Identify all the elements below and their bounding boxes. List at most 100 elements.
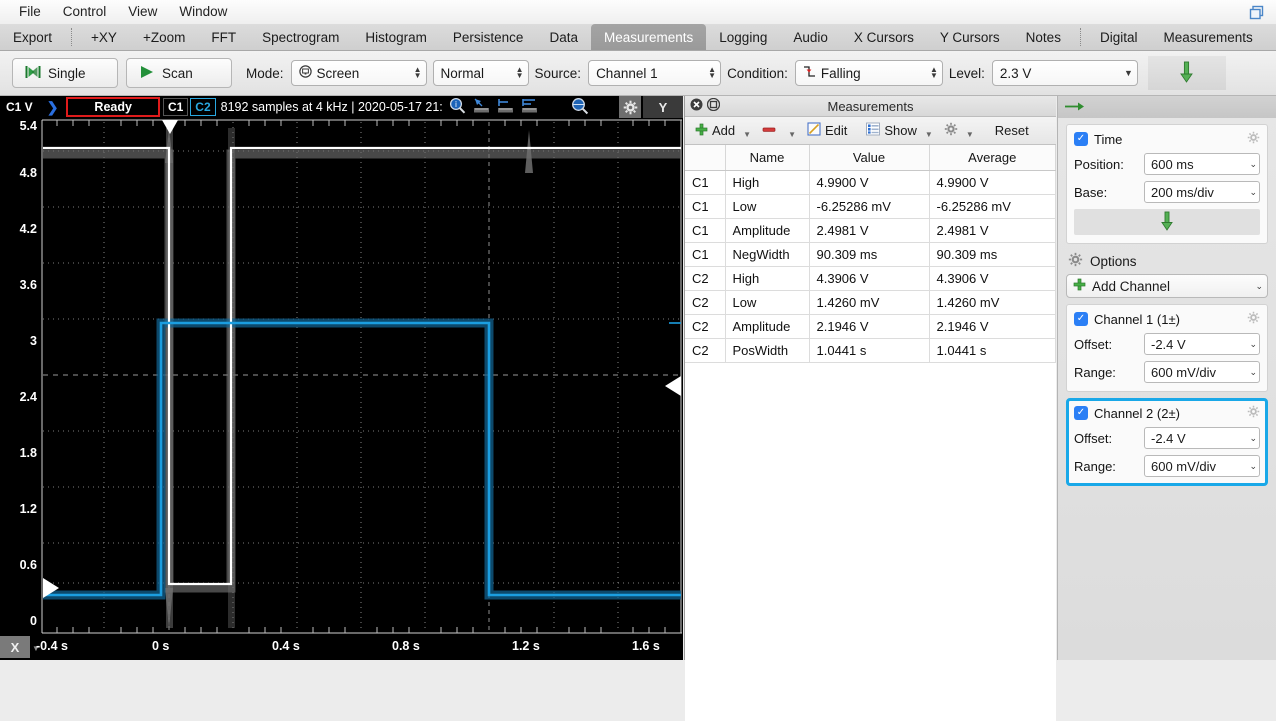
measurements-title-bar: Measurements bbox=[685, 96, 1056, 117]
column-header-name[interactable]: Name bbox=[725, 145, 810, 171]
add-dropdown-caret-icon[interactable]: ▼ bbox=[742, 130, 755, 139]
single-button[interactable]: Single bbox=[12, 58, 118, 88]
channel-1-range-select[interactable]: 600 mV/div ⌄ bbox=[1144, 361, 1260, 383]
channel-1-offset-select[interactable]: -2.4 V ⌄ bbox=[1144, 333, 1260, 355]
sidebar-collapse-bar[interactable] bbox=[1058, 96, 1276, 118]
table-row[interactable]: C1 Amplitude 2.4981 V 2.4981 V bbox=[685, 218, 1056, 243]
tab-persistence[interactable]: Persistence bbox=[440, 24, 537, 50]
channel-2-offset-select[interactable]: -2.4 V ⌄ bbox=[1144, 427, 1260, 449]
chevron-down-icon[interactable]: ▼ bbox=[1124, 68, 1133, 78]
close-icon[interactable] bbox=[690, 98, 703, 114]
gear-icon[interactable] bbox=[1247, 405, 1260, 421]
tab-xy[interactable]: +XY bbox=[78, 24, 130, 50]
y-axis-button[interactable]: Y bbox=[643, 96, 683, 118]
table-row[interactable]: C1 NegWidth 90.309 ms 90.309 ms bbox=[685, 242, 1056, 267]
tab-y-cursors[interactable]: Y Cursors bbox=[927, 24, 1013, 50]
remove-dropdown-caret-icon[interactable]: ▼ bbox=[787, 130, 800, 139]
fit-left-icon[interactable] bbox=[473, 97, 490, 117]
x-axis-button[interactable]: X bbox=[0, 636, 30, 658]
measurements-empty-area bbox=[685, 362, 1056, 721]
menu-item-view[interactable]: View bbox=[117, 0, 168, 24]
gear-icon[interactable] bbox=[1247, 131, 1260, 147]
fit-center-icon[interactable] bbox=[497, 97, 514, 117]
menu-item-control[interactable]: Control bbox=[52, 0, 118, 24]
tab-audio[interactable]: Audio bbox=[780, 24, 841, 50]
apply-trigger-button[interactable] bbox=[1147, 56, 1226, 90]
tab-data[interactable]: Data bbox=[536, 24, 591, 50]
detach-icon[interactable] bbox=[706, 97, 721, 114]
reset-measurements-button[interactable]: Reset bbox=[991, 123, 1033, 138]
add-channel-select[interactable]: Add Channel ⌄ bbox=[1066, 274, 1268, 298]
table-row[interactable]: C2 PosWidth 1.0441 s 1.0441 s bbox=[685, 338, 1056, 363]
tab-digital[interactable]: Digital bbox=[1087, 24, 1151, 50]
table-row[interactable]: C2 High 4.3906 V 4.3906 V bbox=[685, 266, 1056, 291]
source-select[interactable]: Channel 1 ▲ ▼ bbox=[588, 60, 722, 86]
scope-display[interactable]: 5.4 4.8 4.2 3.6 3 2.4 1.8 1.2 0.6 0 -0.6 bbox=[0, 118, 683, 649]
tab-export[interactable]: Export bbox=[0, 24, 65, 50]
zoom-in-icon[interactable]: i bbox=[449, 97, 466, 117]
tab-notes[interactable]: Notes bbox=[1013, 24, 1074, 50]
tab-x-cursors[interactable]: X Cursors bbox=[841, 24, 927, 50]
add-measurement-button[interactable]: Add bbox=[691, 123, 739, 139]
restore-window-icon[interactable] bbox=[1246, 2, 1268, 22]
table-row[interactable]: C2 Amplitude 2.1946 V 2.1946 V bbox=[685, 314, 1056, 339]
tab-fft[interactable]: FFT bbox=[198, 24, 249, 50]
zoom-fit-icon[interactable] bbox=[571, 97, 589, 118]
table-row[interactable]: C1 Low -6.25286 mV -6.25286 mV bbox=[685, 194, 1056, 219]
menu-item-file[interactable]: File bbox=[8, 0, 52, 24]
chevron-down-icon[interactable]: ⌄ bbox=[1255, 281, 1263, 292]
play-arrow-icon[interactable]: ❯ bbox=[39, 99, 67, 116]
tab-measurements-active[interactable]: Measurements bbox=[590, 24, 707, 50]
chevron-down-icon[interactable]: ⌄ bbox=[1249, 187, 1257, 198]
right-arrow-icon[interactable] bbox=[1065, 100, 1085, 115]
menu-item-window[interactable]: Window bbox=[168, 0, 238, 24]
chevron-down-icon[interactable]: ⌄ bbox=[1249, 159, 1257, 170]
waveform-plot[interactable] bbox=[41, 118, 683, 636]
channel-2-checkbox[interactable]: ✓ bbox=[1074, 406, 1088, 420]
scan-button[interactable]: Scan bbox=[126, 58, 232, 88]
table-row[interactable]: C1 High 4.9900 V 4.9900 V bbox=[685, 170, 1056, 195]
add-label: Add bbox=[712, 123, 736, 138]
column-header-average[interactable]: Average bbox=[929, 145, 1056, 171]
trigger-type-select[interactable]: Normal ▲ ▼ bbox=[432, 60, 529, 86]
fit-right-icon[interactable] bbox=[521, 97, 538, 117]
tab-logging[interactable]: Logging bbox=[706, 24, 780, 50]
edit-measurement-button[interactable]: Edit bbox=[803, 122, 851, 139]
time-checkbox[interactable]: ✓ bbox=[1074, 132, 1088, 146]
remove-measurement-button[interactable] bbox=[758, 123, 784, 139]
position-select[interactable]: 600 ms ⌄ bbox=[1144, 153, 1260, 175]
y-tick-label: 0 bbox=[30, 614, 37, 628]
chevron-down-icon[interactable]: ⌄ bbox=[1249, 461, 1257, 472]
table-row[interactable]: C2 Low 1.4260 mV 1.4260 mV bbox=[685, 290, 1056, 315]
column-header-channel[interactable] bbox=[685, 145, 726, 171]
options-row[interactable]: Options bbox=[1068, 252, 1266, 270]
chevron-down-icon[interactable]: ⌄ bbox=[1249, 367, 1257, 378]
scope-settings-button[interactable] bbox=[619, 96, 641, 118]
trigger-type-stepper-icon[interactable]: ▲ ▼ bbox=[516, 66, 524, 80]
tab-zoom[interactable]: +Zoom bbox=[130, 24, 198, 50]
level-select[interactable]: 2.3 V ▼ bbox=[991, 60, 1138, 86]
tab-histogram[interactable]: Histogram bbox=[352, 24, 440, 50]
time-apply-button[interactable] bbox=[1074, 209, 1260, 235]
condition-select[interactable]: Falling ▲ ▼ bbox=[794, 60, 943, 86]
chevron-down-icon[interactable]: ⌄ bbox=[1249, 339, 1257, 350]
show-dropdown-caret-icon[interactable]: ▼ bbox=[924, 130, 937, 139]
base-select[interactable]: 200 ms/div ⌄ bbox=[1144, 181, 1260, 203]
column-header-value[interactable]: Value bbox=[809, 145, 930, 171]
tab-measurements-2[interactable]: Measurements bbox=[1150, 24, 1265, 50]
gear-icon[interactable] bbox=[1247, 311, 1260, 327]
measurement-settings-button[interactable] bbox=[940, 122, 962, 139]
chevron-down-icon[interactable]: ⌄ bbox=[1249, 433, 1257, 444]
settings-dropdown-caret-icon[interactable]: ▼ bbox=[965, 130, 978, 139]
y-tick-label: 3.6 bbox=[19, 278, 37, 292]
channel2-badge[interactable]: C2 bbox=[190, 98, 216, 116]
source-stepper-icon[interactable]: ▲ ▼ bbox=[708, 66, 716, 80]
mode-stepper-icon[interactable]: ▲ ▼ bbox=[414, 66, 422, 80]
channel-2-range-select[interactable]: 600 mV/div ⌄ bbox=[1144, 455, 1260, 477]
channel-1-checkbox[interactable]: ✓ bbox=[1074, 312, 1088, 326]
show-measurement-button[interactable]: Show bbox=[862, 122, 921, 139]
channel1-badge[interactable]: C1 bbox=[162, 98, 189, 116]
tab-spectrogram[interactable]: Spectrogram bbox=[249, 24, 352, 50]
condition-stepper-icon[interactable]: ▲ ▼ bbox=[930, 66, 938, 80]
mode-select[interactable]: Screen ▲ ▼ bbox=[290, 60, 427, 86]
